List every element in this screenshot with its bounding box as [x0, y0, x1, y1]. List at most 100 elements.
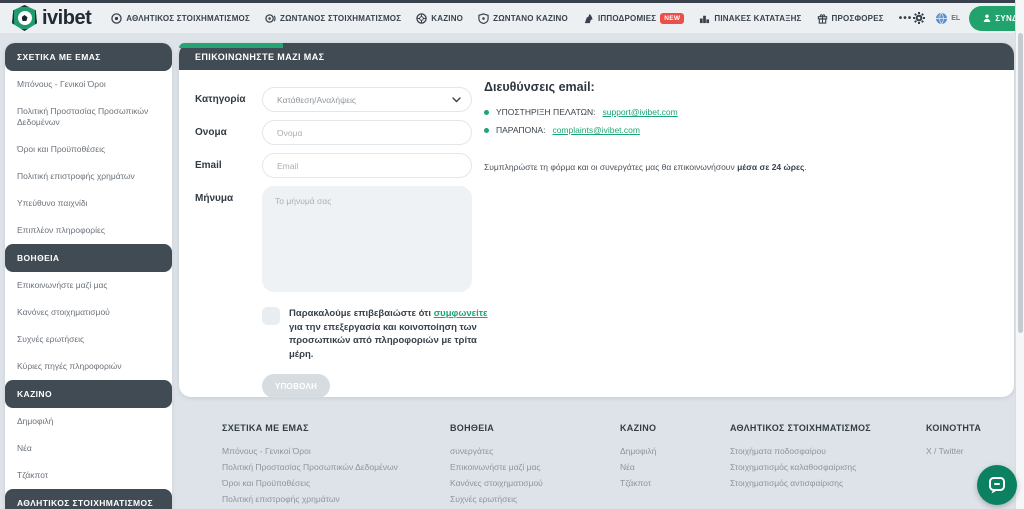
email-input[interactable]: [262, 153, 472, 178]
nav-leaderboards[interactable]: ΠΙΝΑΚΕΣ ΚΑΤΑΤΑΞΗΣ: [699, 13, 801, 24]
consent-agree-link[interactable]: συμφωνείτε: [434, 308, 488, 319]
consent-checkbox[interactable]: [262, 307, 280, 325]
footer-heading: ΣΧΕΤΙΚΑ ΜΕ ΕΜΑΣ: [222, 423, 450, 433]
chat-bubble-icon: [987, 475, 1007, 495]
footer-link-football[interactable]: Στοιχήματα ποδοσφαίρου: [730, 443, 926, 459]
nav-promotions[interactable]: ΠΡΟΣΦΟΡΕΣ: [817, 13, 884, 24]
ranking-icon: [699, 13, 710, 24]
nav-label: ΙΠΠΟΔΡΟΜΙΕΣ: [598, 14, 656, 23]
brand-name: ivibet: [42, 7, 91, 30]
nav-label: ΠΡΟΣΦΟΡΕΣ: [832, 14, 884, 23]
footer-heading: ΑΘΛΗΤΙΚΟΣ ΣΤΟΙΧΗΜΑΤΙΣΜΟΣ: [730, 423, 926, 433]
new-badge: NEW: [660, 13, 684, 24]
page-title: ΕΠΙΚΟΙΝΩΝΗΣΤΕ ΜΑΖΙ ΜΑΣ: [195, 52, 324, 62]
footer-link-basketball[interactable]: Στοιχηματισμός καλαθοσφαίρισης: [730, 459, 926, 475]
gear-icon[interactable]: [912, 11, 926, 25]
footer-col-casino: ΚΑΖΙΝΟ Δημοφιλή Νέα Τζάκποτ: [620, 423, 730, 509]
response-time-note: Συμπληρώστε τη φόρμα και οι συνεργάτες μ…: [484, 162, 984, 172]
footer-heading: ΒΟΗΘΕΙΑ: [450, 423, 620, 433]
footer-link-betting-rules[interactable]: Κανόνες στοιχηματισμού: [450, 475, 620, 491]
scrollbar-thumb[interactable]: [1018, 33, 1023, 333]
sidebar-item-bonus-terms[interactable]: Μπόνους - Γενικοί Όροι: [5, 71, 172, 98]
footer-link-tennis[interactable]: Στοιχηματισμός αντισφαίρισης: [730, 475, 926, 491]
gift-icon: [817, 13, 828, 24]
sidebar-item-terms[interactable]: Όροι και Προϋποθέσεις: [5, 136, 172, 163]
complaints-label: ΠΑΡΑΠΟΝΑ:: [496, 125, 545, 135]
globe-icon: [935, 12, 948, 25]
nav-more-menu[interactable]: •••: [899, 13, 913, 24]
sidebar: ΣΧΕΤΙΚΑ ΜΕ ΕΜΑΣ Μπόνους - Γενικοί Όροι Π…: [5, 43, 172, 509]
soccer-shield-logo-icon: [12, 5, 37, 31]
sidebar-item-info-sources[interactable]: Κύριες πηγές πληροφοριών: [5, 353, 172, 380]
sidebar-section-help: ΒΟΗΘΕΙΑ: [5, 244, 172, 272]
bullet-icon: [484, 110, 489, 115]
footer-link-privacy[interactable]: Πολιτική Προστασίας Προσωπικών Δεδομένων: [222, 459, 450, 475]
brand-logo[interactable]: ivibet: [12, 5, 91, 31]
top-navigation: ivibet ΑΘΛΗΤΙΚΟΣ ΣΤΟΙΧΗΜΑΤΙΣΜΟΣ ΖΩΝΤΑΝΟΣ…: [0, 0, 1024, 33]
nav-horse-racing[interactable]: ΙΠΠΟΔΡΟΜΙΕΣ NEW: [583, 13, 684, 24]
footer-link-popular[interactable]: Δημοφιλή: [620, 443, 730, 459]
footer-link-refund[interactable]: Πολιτική επιστροφής χρημάτων: [222, 491, 450, 507]
sidebar-item-new[interactable]: Νέα: [5, 435, 172, 462]
consent-suffix: για την επεξεργασία και κοινοποίηση των …: [289, 322, 477, 360]
nav-live-betting[interactable]: ΖΩΝΤΑΝΟΣ ΣΤΟΙΧΗΜΑΤΙΣΜΟΣ: [265, 13, 401, 24]
main-nav: ΑΘΛΗΤΙΚΟΣ ΣΤΟΙΧΗΜΑΤΙΣΜΟΣ ΖΩΝΤΑΝΟΣ ΣΤΟΙΧΗ…: [111, 13, 912, 24]
footer-link-jackpot[interactable]: Τζάκποτ: [620, 475, 730, 491]
submit-button[interactable]: ΥΠΟΒΟΛΗ: [262, 374, 330, 398]
sidebar-item-responsible-gaming[interactable]: Υπεύθυνο παιχνίδι: [5, 190, 172, 217]
message-textarea[interactable]: [262, 186, 472, 292]
live-casino-icon: [478, 13, 489, 24]
active-tab-indicator: [179, 43, 283, 48]
language-selector[interactable]: EL: [935, 12, 960, 25]
sidebar-item-jackpot[interactable]: Τζάκποτ: [5, 462, 172, 489]
email-addresses-title: Διευθύνσεις email:: [484, 80, 984, 94]
horse-icon: [583, 13, 594, 24]
sidebar-item-betting-rules[interactable]: Κανόνες στοιχηματισμού: [5, 299, 172, 326]
soccer-ball-icon: [111, 13, 122, 24]
footer-link-faq[interactable]: Συχνές ερωτήσεις: [450, 491, 620, 507]
footer-link-contact[interactable]: Επικοινωνήστε μαζί μας: [450, 459, 620, 475]
sidebar-item-contact-us[interactable]: Επικοινωνήστε μαζί μας: [5, 272, 172, 299]
sidebar-item-popular[interactable]: Δημοφιλή: [5, 408, 172, 435]
nav-casino[interactable]: ΚΑΖΙΝΟ: [416, 13, 463, 24]
footer-link-bonus-terms[interactable]: Μπόνους - Γενικοί Όροι: [222, 443, 450, 459]
nav-label: ΚΑΖΙΝΟ: [431, 14, 463, 23]
category-select[interactable]: Κατάθεση/Αναλήψεις: [262, 87, 472, 112]
category-label: Κατηγορία: [195, 87, 262, 112]
contact-card: ΕΠΙΚΟΙΝΩΝΗΣΤΕ ΜΑΖΙ ΜΑΣ Κατηγορία Κατάθεσ…: [179, 43, 1014, 397]
chevron-down-icon: [452, 97, 461, 103]
contact-card-header: ΕΠΙΚΟΙΝΩΝΗΣΤΕ ΜΑΖΙ ΜΑΣ: [179, 43, 1014, 70]
name-input[interactable]: [262, 120, 472, 145]
live-sport-icon: [265, 13, 276, 24]
footer: ΣΧΕΤΙΚΑ ΜΕ ΕΜΑΣ Μπόνους - Γενικοί Όροι Π…: [222, 423, 1000, 509]
sidebar-item-faq[interactable]: Συχνές ερωτήσεις: [5, 326, 172, 353]
nav-label: ΖΩΝΤΑΝΟΣ ΣΤΟΙΧΗΜΑΤΙΣΜΟΣ: [280, 14, 401, 23]
bullet-icon: [484, 128, 489, 133]
name-label: Ονομα: [195, 120, 262, 145]
top-right-controls: EL ΣΥΝΔΕΣΗ ΕΓΓΡΑΦΗ: [912, 6, 1024, 31]
contact-form: Κατηγορία Κατάθεση/Αναλήψεις Ονομα Email…: [195, 87, 495, 398]
footer-link-new[interactable]: Νέα: [620, 459, 730, 475]
support-label: ΥΠΟΣΤΗΡΙΞΗ ΠΕΛΑΤΩΝ:: [496, 107, 595, 117]
complaints-email-link[interactable]: complaints@ivibet.com: [552, 125, 640, 135]
note-prefix: Συμπληρώστε τη φόρμα και οι συνεργάτες μ…: [484, 162, 737, 172]
footer-link-twitter[interactable]: X / Twitter: [926, 443, 1000, 459]
footer-link-affiliates[interactable]: συνεργάτες: [450, 443, 620, 459]
message-label: Μήνυμα: [195, 186, 262, 292]
sidebar-section-sports: ΑΘΛΗΤΙΚΟΣ ΣΤΟΙΧΗΜΑΤΙΣΜΟΣ: [5, 489, 172, 509]
support-email-link[interactable]: support@ivibet.com: [602, 107, 677, 117]
live-chat-button[interactable]: [977, 465, 1017, 505]
footer-col-sports: ΑΘΛΗΤΙΚΟΣ ΣΤΟΙΧΗΜΑΤΙΣΜΟΣ Στοιχήματα ποδο…: [730, 423, 926, 509]
footer-heading: ΚΟΙΝΟΤΗΤΑ: [926, 423, 1000, 433]
page-scrollbar[interactable]: [1015, 0, 1024, 509]
footer-link-terms[interactable]: Όροι και Προϋποθέσεις: [222, 475, 450, 491]
nav-sports-betting[interactable]: ΑΘΛΗΤΙΚΟΣ ΣΤΟΙΧΗΜΑΤΙΣΜΟΣ: [111, 13, 250, 24]
sidebar-item-more-info[interactable]: Επιπλέον πληροφορίες: [5, 217, 172, 244]
sidebar-section-about: ΣΧΕΤΙΚΑ ΜΕ ΕΜΑΣ: [5, 43, 172, 71]
sidebar-item-privacy-policy[interactable]: Πολιτική Προστασίας Προσωπικών Δεδομένων: [5, 98, 172, 136]
nav-live-casino[interactable]: ΖΩΝΤΑΝΟ ΚΑΖΙΝΟ: [478, 13, 568, 24]
sidebar-item-refund-policy[interactable]: Πολιτική επιστροφής χρημάτων: [5, 163, 172, 190]
email-row-support: ΥΠΟΣΤΗΡΙΞΗ ΠΕΛΑΤΩΝ: support@ivibet.com: [484, 107, 984, 117]
consent-text: Παρακαλούμε επιβεβαιώστε ότι συμφωνείτε …: [289, 307, 489, 361]
nav-label: ΠΙΝΑΚΕΣ ΚΑΤΑΤΑΞΗΣ: [714, 14, 801, 23]
